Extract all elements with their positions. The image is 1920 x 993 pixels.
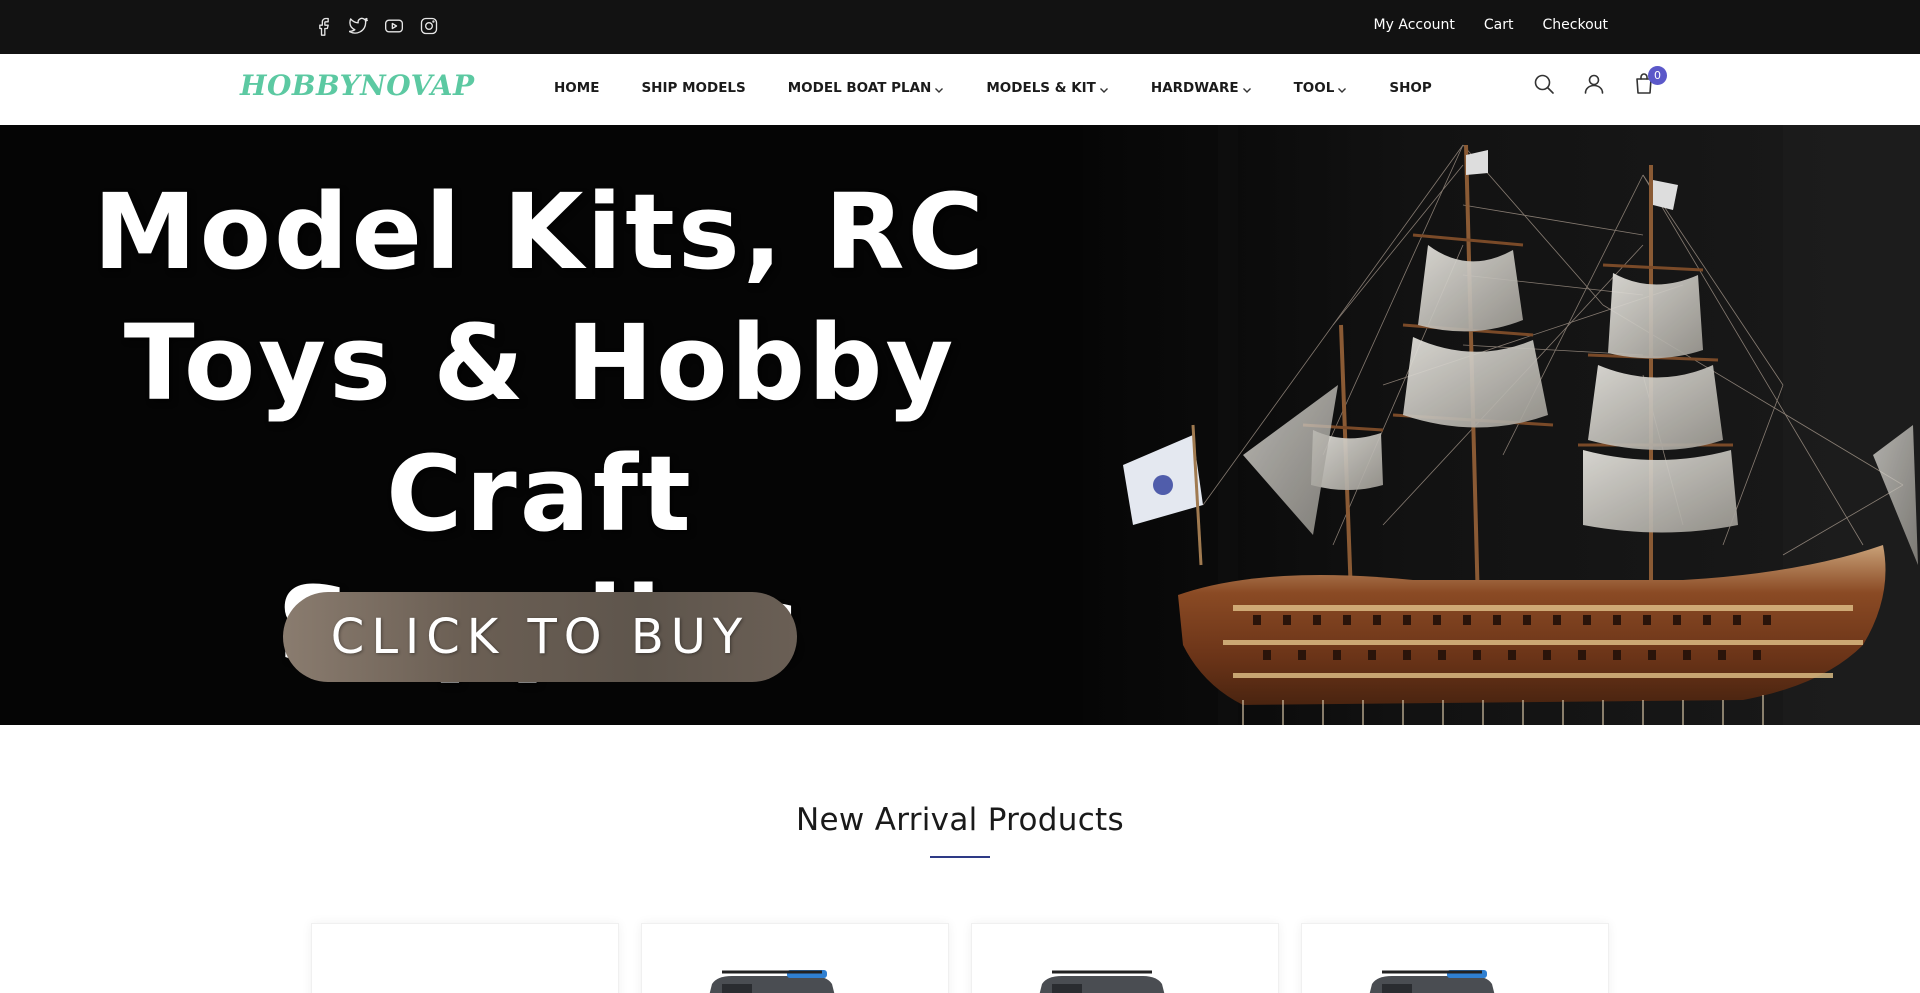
social-links	[312, 14, 441, 38]
product-image	[1369, 970, 1495, 993]
nav-hardware-label: HARDWARE	[1150, 80, 1239, 96]
title-underline	[930, 856, 990, 858]
product-card[interactable]	[1301, 923, 1609, 993]
main-nav: HOME SHIP MODELS MODEL BOAT PLAN MODELS …	[554, 80, 1474, 96]
product-image	[709, 970, 835, 993]
hero-line-1: Model Kits, RC	[93, 171, 987, 293]
nav-tool-label: TOOL	[1293, 80, 1335, 96]
product-card[interactable]	[971, 923, 1279, 993]
nav-shop[interactable]: SHOP	[1389, 80, 1431, 96]
nav-tool[interactable]: TOOL	[1294, 80, 1348, 96]
chevron-down-icon	[1099, 83, 1109, 93]
nav-ship-models-label: SHIP MODELS	[641, 80, 746, 96]
shopping-bag-icon[interactable]: 0	[1632, 66, 1667, 98]
top-bar: My Account Cart Checkout	[0, 0, 1920, 54]
account-links: My Account Cart Checkout	[1374, 17, 1608, 33]
my-account-link[interactable]: My Account	[1374, 17, 1455, 33]
nav-hardware[interactable]: HARDWARE	[1151, 80, 1252, 96]
header-icons: 0	[1532, 66, 1667, 98]
section-title: New Arrival Products	[796, 802, 1124, 838]
nav-home[interactable]: HOME	[554, 80, 599, 96]
product-cards	[311, 923, 1609, 993]
chevron-down-icon	[1242, 83, 1252, 93]
chevron-down-icon	[934, 83, 944, 93]
youtube-icon[interactable]	[382, 14, 406, 38]
hero-banner: Model Kits, RC Toys & Hobby Craft Suppli…	[0, 125, 1920, 725]
nav-model-boat-plan[interactable]: MODEL BOAT PLAN	[788, 80, 945, 96]
product-image	[1039, 970, 1165, 993]
nav-home-label: HOME	[554, 80, 600, 96]
main-header: HOBBYNOVAP HOME SHIP MODELS MODEL BOAT P…	[0, 54, 1920, 125]
nav-shop-label: SHOP	[1389, 80, 1432, 96]
nav-models-kit-label: MODELS & KIT	[986, 80, 1096, 96]
hero-line-2: Toys & Hobby Craft	[123, 302, 957, 555]
product-card[interactable]	[311, 923, 619, 993]
search-icon[interactable]	[1532, 72, 1558, 98]
nav-model-boat-plan-label: MODEL BOAT PLAN	[787, 80, 932, 96]
nav-models-kit[interactable]: MODELS & KIT	[986, 80, 1109, 96]
product-card[interactable]	[641, 923, 949, 993]
nav-ship-models[interactable]: SHIP MODELS	[641, 80, 745, 96]
site-logo[interactable]: HOBBYNOVAP	[240, 69, 475, 102]
checkout-link[interactable]: Checkout	[1543, 17, 1609, 33]
twitter-icon[interactable]	[347, 14, 371, 38]
facebook-icon[interactable]	[312, 14, 336, 38]
chevron-down-icon	[1337, 83, 1347, 93]
instagram-icon[interactable]	[417, 14, 441, 38]
cart-count-badge: 0	[1648, 66, 1667, 85]
click-to-buy-button[interactable]: CLICK TO BUY	[283, 592, 797, 682]
user-icon[interactable]	[1582, 72, 1608, 98]
cart-link[interactable]: Cart	[1484, 17, 1514, 33]
ship-model-image	[1083, 125, 1920, 725]
